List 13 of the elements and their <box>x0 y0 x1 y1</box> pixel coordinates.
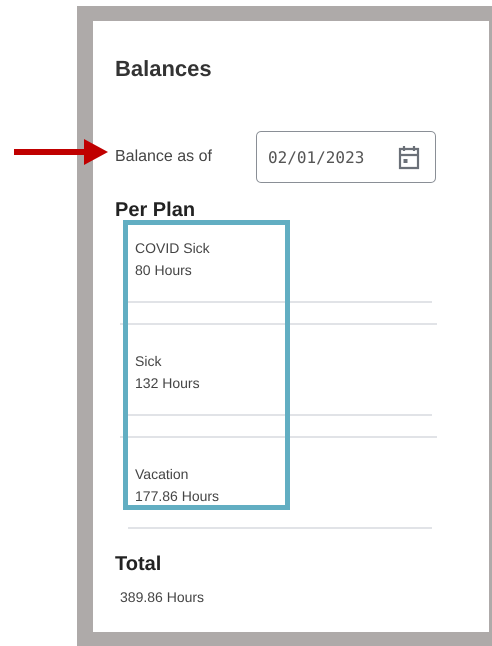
plan-hours: 80 Hours <box>135 261 193 280</box>
section-heading: Per Plan <box>115 198 196 223</box>
page-title: Balances <box>115 55 213 83</box>
section-heading: Total <box>115 552 162 577</box>
date-field[interactable]: 02/01/2023 <box>256 131 436 183</box>
plan-name: Sick <box>135 352 162 371</box>
balance-date-label: Balance as of <box>115 148 213 166</box>
calendar-icon[interactable] <box>397 144 421 170</box>
plan-hours: 177.86 Hours <box>135 487 220 506</box>
plan-name: Vacation <box>135 465 190 484</box>
total-hours: 389.86 Hours <box>120 589 206 605</box>
plan-name: COVID Sick <box>135 239 211 258</box>
plan-hours: 132 Hours <box>135 374 201 393</box>
